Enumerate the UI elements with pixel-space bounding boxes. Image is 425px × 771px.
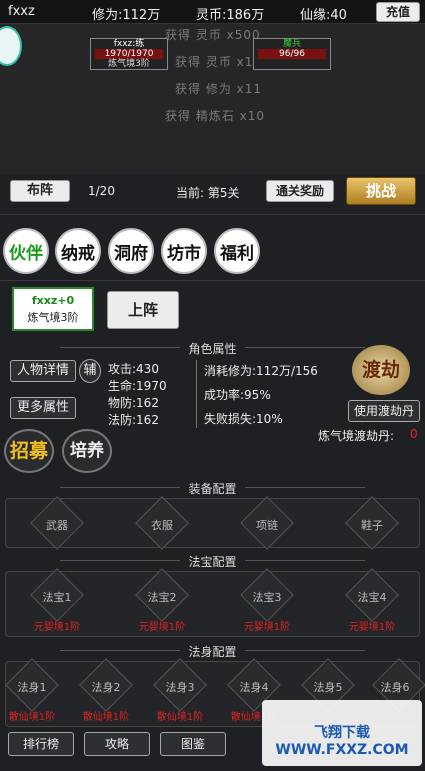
cultivate-button[interactable]: 培养 (62, 429, 112, 473)
battle-log-line: 获得 灵币 x500 (165, 28, 261, 42)
clear-reward-button[interactable]: 通关奖励 (266, 180, 334, 202)
treasure-requirement: 元婴境1阶 (138, 622, 186, 633)
spiral-icon[interactable] (0, 26, 22, 66)
dharma-body-slot-label: 法身5 (313, 681, 343, 694)
spirit-coins-value: 灵币:186万 (196, 8, 265, 23)
recharge-button[interactable]: 充值 (376, 2, 420, 22)
breakthrough-cost: 消耗修为:112万/156 (204, 364, 318, 378)
battle-log-line: 获得 灵币 x14 (175, 55, 263, 69)
nav-storage-ring[interactable]: 纳戒 (55, 228, 101, 274)
dharma-body-slot-label: 法身1 (17, 681, 47, 694)
battle-log-line: 获得 精炼石 x10 (165, 109, 266, 123)
battle-area: 获得 灵币 x500 获得 灵币 x14 获得 修为 x11 获得 精炼石 x1… (0, 24, 425, 174)
player-card-realm: 炼气境3阶 (108, 59, 150, 69)
ranking-button[interactable]: 排行榜 (8, 732, 74, 756)
cultivation-value: 修为:112万 (92, 8, 161, 23)
top-bar: fxxz 修为:112万 灵币:186万 仙缘:40 充值 (0, 0, 425, 24)
nav-welfare[interactable]: 福利 (214, 228, 260, 274)
equipment-slot-label: 鞋子 (361, 519, 383, 532)
dharma-body-slot-label: 法身3 (165, 681, 195, 694)
dharma-body-slot-label: 法身2 (91, 681, 121, 694)
tribulation-icon[interactable]: 渡劫 (352, 345, 410, 395)
nav-cave[interactable]: 洞府 (108, 228, 154, 274)
character-details-button[interactable]: 人物详情 (10, 360, 76, 382)
success-rate: 成功率:95% (204, 388, 271, 402)
failure-loss: 失败损失:10% (204, 412, 283, 426)
dharma-body-slot-label: 法身4 (239, 681, 269, 694)
nav-partner[interactable]: 伙伴 (3, 228, 49, 274)
equipment-slot-label: 项链 (256, 519, 278, 532)
compendium-button[interactable]: 图鉴 (160, 732, 226, 756)
player-name: fxxz (8, 4, 35, 19)
divider (0, 214, 425, 215)
more-attributes-button[interactable]: 更多属性 (10, 397, 76, 419)
dharma-body-requirement: 散仙境1阶 (8, 712, 56, 723)
partner-realm: 炼气境3阶 (27, 311, 79, 324)
nav-market[interactable]: 坊市 (161, 228, 207, 274)
equipment-slot-label: 武器 (46, 519, 68, 532)
divider (196, 360, 197, 428)
assist-button[interactable]: 辅 (79, 359, 101, 383)
player-card: fxxz:练 1970/1970 炼气境3阶 (90, 38, 168, 70)
guide-button[interactable]: 攻略 (84, 732, 150, 756)
stat-attack: 攻击:430 (108, 362, 159, 376)
equipment-title: 装备配置 (0, 480, 425, 497)
dharma-body-requirement: 散仙境1阶 (82, 712, 130, 723)
treasure-requirement: 元婴境1阶 (348, 622, 396, 633)
player-hp-bar: 1970/1970 (95, 49, 163, 59)
dharma-body-title: 法身配置 (0, 643, 425, 660)
treasure-slot-label: 法宝3 (252, 591, 282, 604)
treasure-slot-label: 法宝1 (42, 591, 72, 604)
treasure-title: 法宝配置 (0, 553, 425, 570)
stage-progress: 1/20 (88, 184, 115, 198)
dharma-body-requirement: 散仙境1阶 (156, 712, 204, 723)
partner-card[interactable]: fxxz+0 炼气境3阶 (12, 287, 94, 331)
formation-button[interactable]: 布阵 (10, 180, 70, 202)
enemy-card: 魔兵 96/96 (253, 38, 331, 70)
battle-log-line: 获得 修为 x11 (175, 82, 263, 96)
current-stage: 当前: 第5关 (176, 186, 240, 200)
stat-health: 生命:1970 (108, 379, 167, 393)
treasure-slot-label: 法宝4 (357, 591, 387, 604)
player-card-name: fxxz:练 (113, 39, 145, 49)
enemy-hp-bar: 96/96 (258, 49, 326, 59)
partner-name: fxxz+0 (31, 294, 75, 307)
treasure-requirement: 元婴境1阶 (33, 622, 81, 633)
dharma-body-slot-label: 法身6 (380, 681, 410, 694)
stat-physical-defense: 物防:162 (108, 396, 159, 410)
challenge-button[interactable]: 挑战 (346, 177, 416, 205)
deploy-button[interactable]: 上阵 (107, 291, 179, 329)
tribulation-pill-count: 0 (410, 427, 418, 441)
tribulation-pill-label: 炼气境渡劫丹: (318, 429, 395, 443)
equipment-slot-label: 衣服 (151, 519, 173, 532)
enemy-card-name: 魔兵 (282, 39, 301, 49)
immortal-fate-value: 仙缘:40 (300, 8, 347, 23)
watermark: 飞翔下载 WWW.FXXZ.COM (262, 700, 422, 766)
divider (0, 280, 425, 281)
stat-magic-defense: 法防:162 (108, 413, 159, 427)
treasure-requirement: 元婴境1阶 (243, 622, 291, 633)
recruit-button[interactable]: 招募 (4, 429, 54, 473)
use-tribulation-pill-button[interactable]: 使用渡劫丹 (348, 400, 420, 422)
treasure-slot-label: 法宝2 (147, 591, 177, 604)
